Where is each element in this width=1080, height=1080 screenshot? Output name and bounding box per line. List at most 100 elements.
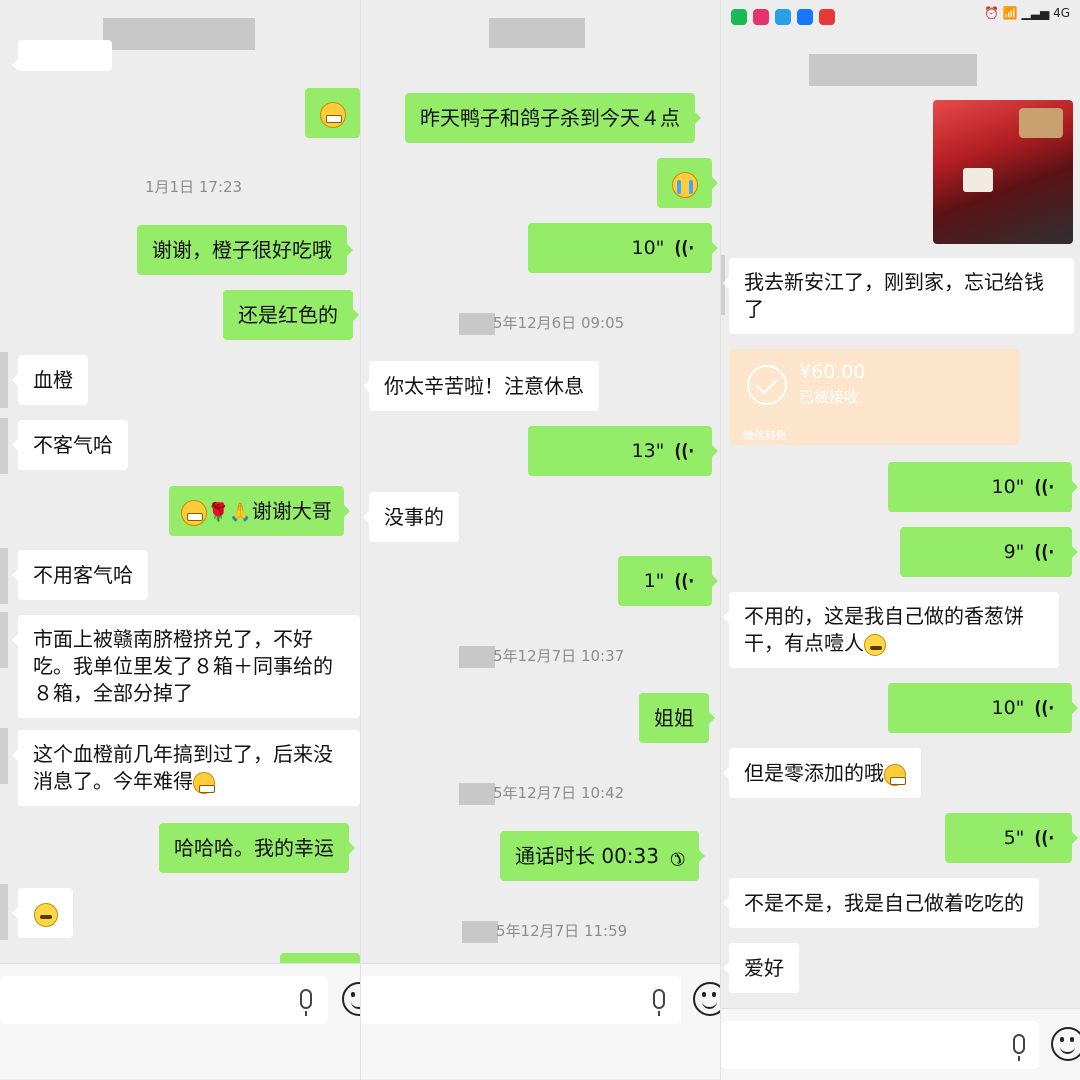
app-icon: [775, 9, 791, 25]
chat-panel-2: 昨天鸭子和鸽子杀到今天４点 10" ((· 5年12月6日 09:05 你太辛苦啦…: [360, 0, 720, 1080]
grin-emoji-icon: [319, 101, 346, 128]
voice-message[interactable]: 10" ((·: [528, 223, 718, 273]
message-bubble[interactable]: 不用客气哈: [12, 550, 148, 600]
voice-wave-icon: ((·: [1034, 697, 1055, 719]
message-bubble[interactable]: 哈哈哈。我的幸运: [159, 823, 355, 873]
contact-name-redacted: [489, 18, 585, 48]
alarm-icon: ⏰: [983, 6, 999, 20]
message-bubble[interactable]: 还是红色的: [223, 290, 359, 340]
message-text: 但是零添加的哦: [744, 761, 884, 785]
voice-message[interactable]: 1" ((·: [618, 556, 718, 606]
avatar[interactable]: [0, 548, 8, 604]
message-bubble[interactable]: 血橙: [12, 355, 88, 405]
chat-panel-1: 1月1日 17:23 谢谢，橙子很好吃哦 还是红色的 血橙 不客气哈 🌹🙏谢谢大…: [0, 0, 360, 1080]
voice-wave-icon: ((·: [674, 237, 695, 259]
emoji-icon[interactable]: [1051, 1027, 1080, 1061]
app-icon: [819, 9, 835, 25]
message-input[interactable]: [721, 1021, 1039, 1069]
voice-wave-icon: ((·: [1034, 476, 1055, 498]
timestamp: 5年12月7日 10:37: [459, 645, 624, 668]
message-bubble[interactable]: 🌹🙏谢谢大哥: [169, 486, 350, 536]
timestamp: 5年12月7日 10:42: [459, 782, 624, 805]
signal-icon: ▁▃▅: [1021, 6, 1050, 20]
voice-message[interactable]: 9" ((·: [900, 527, 1078, 577]
grin-emoji-icon: [884, 763, 906, 786]
redaction-mask: [459, 312, 495, 335]
timestamp: 5年12月7日 11:59: [462, 920, 627, 943]
voice-duration: 13": [631, 440, 665, 462]
timestamp-text: 5年12月7日 11:59: [496, 922, 628, 940]
call-record[interactable]: 通话时长 00:33 ✆: [500, 831, 706, 881]
message-bubble[interactable]: 没事的: [363, 492, 459, 542]
message-bubble-emoji[interactable]: [12, 888, 73, 938]
message-bubble[interactable]: 不用的，这是我自己做的香葱饼干，有点噎人: [723, 592, 1059, 668]
status-bar: ⏰ 📶 ▁▃▅ 4G: [721, 0, 1080, 34]
chat-panel-3: ⏰ 📶 ▁▃▅ 4G 我去新安江了，刚到家，忘记给钱了 ¥60.00 已被接收 …: [720, 0, 1080, 1080]
voice-wave-icon: ((·: [1034, 541, 1055, 563]
message-input[interactable]: [0, 976, 328, 1024]
voice-duration: 10": [631, 237, 665, 259]
message-bubble[interactable]: 不客气哈: [12, 420, 128, 470]
app-icon: [753, 9, 769, 25]
mic-icon[interactable]: [300, 989, 312, 1016]
voice-duration: 10": [991, 697, 1025, 719]
avatar[interactable]: [0, 884, 8, 940]
timestamp: 5年12月6日 09:05: [459, 312, 624, 335]
avatar[interactable]: [0, 352, 8, 408]
voice-message[interactable]: 10" ((·: [888, 462, 1078, 512]
mic-icon[interactable]: [653, 989, 665, 1016]
transfer-amount: ¥60.00: [799, 361, 866, 383]
contact-name-redacted: [103, 18, 255, 50]
image-message[interactable]: [933, 100, 1073, 244]
message-bubble[interactable]: 爱好: [723, 943, 799, 993]
message-bubble[interactable]: 这个血橙前几年搞到过了，后来没消息了。今年难得: [12, 730, 360, 806]
redaction-mask: [462, 920, 498, 943]
transfer-status: 已被接收: [799, 388, 860, 406]
cry-emoji-icon: [671, 171, 698, 198]
timestamp-text: 5年12月7日 10:42: [493, 784, 625, 802]
timestamp-text: 5年12月6日 09:05: [493, 314, 625, 332]
sweat-emoji-icon: [33, 902, 58, 927]
voice-message[interactable]: 10" ((·: [888, 683, 1078, 733]
pray-emoji-icon: 🙏: [229, 501, 252, 523]
message-bubble-emoji[interactable]: [657, 158, 718, 208]
network-type: 4G: [1053, 6, 1070, 20]
check-icon: [747, 365, 787, 405]
rose-emoji-icon: 🌹: [207, 501, 230, 523]
transfer-card[interactable]: ¥60.00 已被接收 微信转账: [729, 349, 1019, 445]
message-bubble-cropped[interactable]: [12, 40, 112, 71]
message-bubble[interactable]: 市面上被赣南脐橙挤兑了，不好吃。我单位里发了８箱＋同事给的８箱，全部分掉了: [12, 615, 360, 718]
voice-wave-icon: ((·: [1034, 827, 1055, 849]
grin-emoji-icon: [181, 499, 207, 526]
voice-duration: 5": [1003, 827, 1025, 849]
avatar[interactable]: [0, 728, 8, 784]
message-bubble[interactable]: 我去新安江了，刚到家，忘记给钱了: [723, 258, 1074, 334]
message-bubble[interactable]: 昨天鸭子和鸽子杀到今天４点: [405, 93, 701, 143]
message-bubble[interactable]: 不是不是，我是自己做着吃吃的: [723, 878, 1039, 928]
voice-message[interactable]: 13" ((·: [528, 426, 718, 476]
message-bubble[interactable]: 但是零添加的哦: [723, 748, 921, 798]
avatar[interactable]: [0, 612, 8, 668]
message-bubble[interactable]: 谢谢，橙子很好吃哦: [137, 225, 353, 275]
message-text: 谢谢大哥: [251, 499, 332, 523]
emoji-icon[interactable]: [342, 982, 360, 1016]
wifi-icon: 📶: [1002, 6, 1018, 20]
voice-message[interactable]: 5" ((·: [945, 813, 1078, 863]
message-bubble[interactable]: 姐姐: [639, 693, 715, 743]
alipay-app-icon: [797, 9, 813, 25]
emoji-icon[interactable]: [693, 982, 720, 1016]
timestamp-text: 5年12月7日 10:37: [493, 647, 625, 665]
voice-duration: 9": [1003, 541, 1025, 563]
status-icons: ⏰ 📶 ▁▃▅ 4G: [984, 6, 1070, 20]
message-input[interactable]: [361, 976, 681, 1024]
call-end-icon: ✆: [664, 845, 690, 872]
voice-wave-icon: ((·: [674, 570, 695, 592]
call-duration-text: 通话时长 00:33: [515, 844, 659, 868]
message-text: 这个血橙前几年搞到过了，后来没消息了。今年难得: [33, 742, 333, 793]
message-bubble[interactable]: 你太辛苦啦！注意休息: [363, 361, 599, 411]
mic-icon[interactable]: [1013, 1034, 1025, 1061]
sweat-emoji-icon: [864, 633, 886, 656]
message-bubble-emoji[interactable]: [305, 88, 360, 138]
avatar[interactable]: [0, 418, 8, 474]
redaction-mask: [459, 782, 495, 805]
